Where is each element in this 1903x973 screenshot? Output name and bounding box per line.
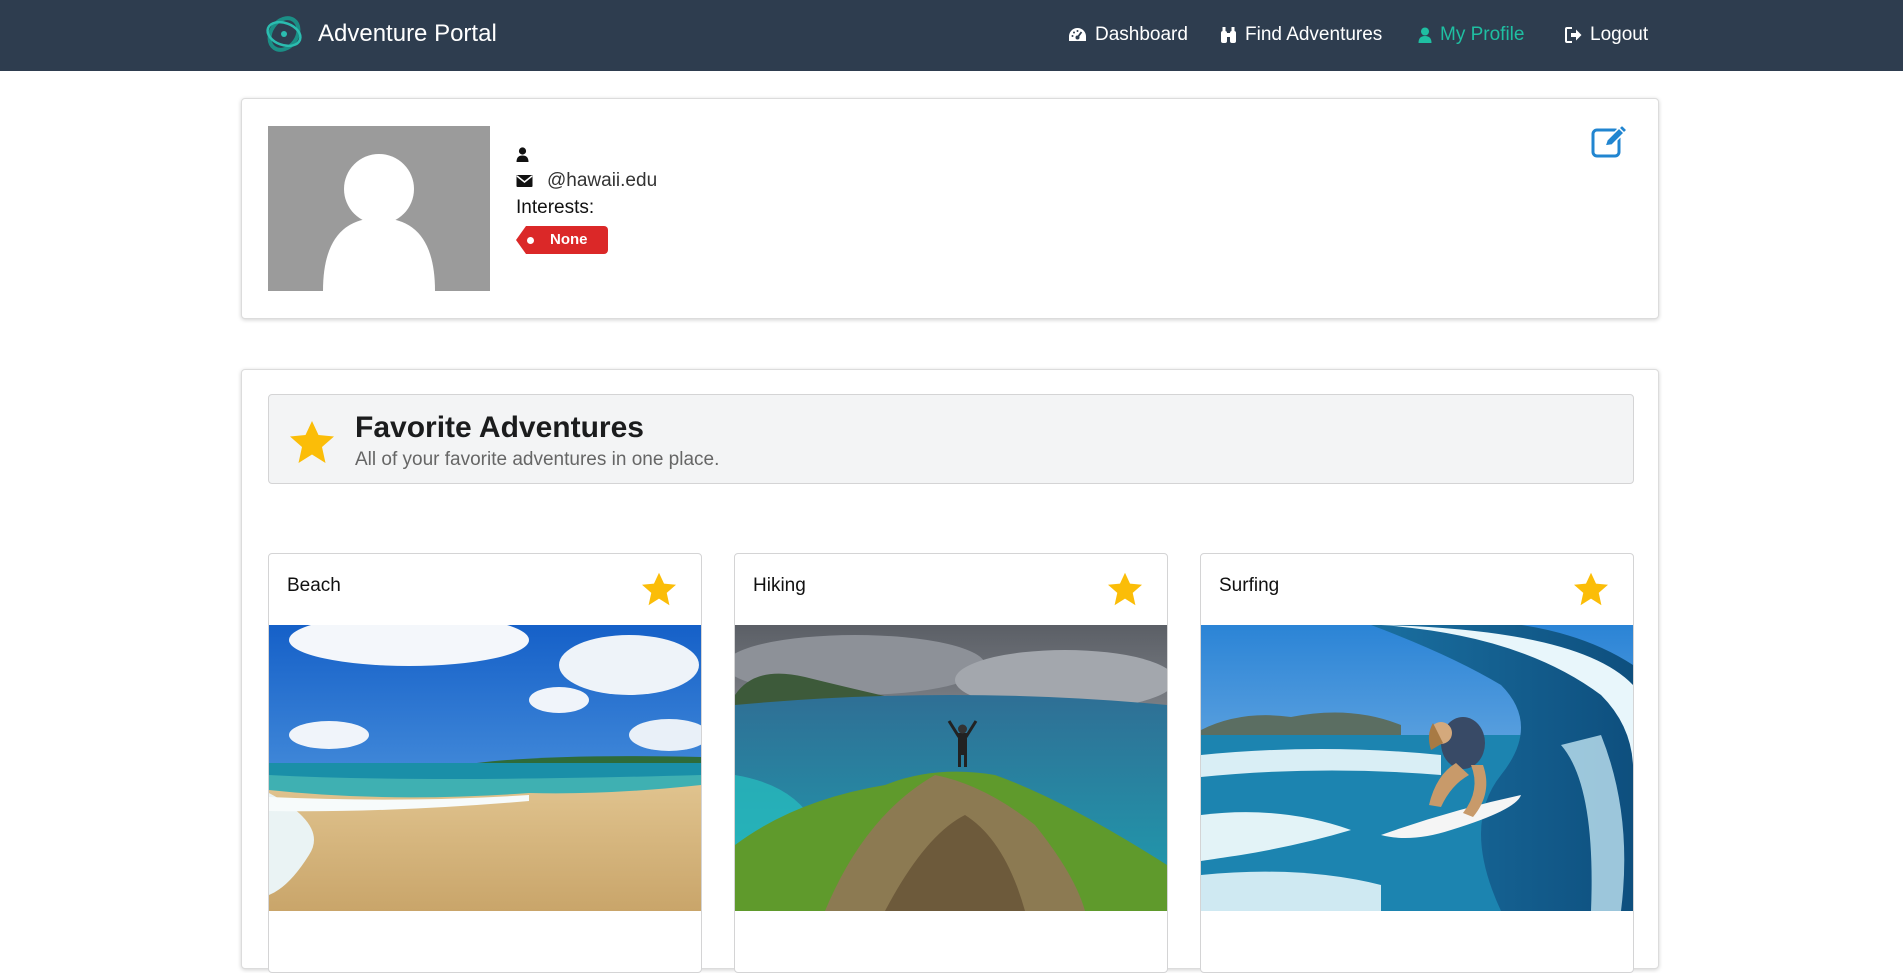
brand-title: Adventure Portal	[318, 20, 497, 47]
portal-logo-icon	[266, 16, 302, 52]
profile-email: @hawaii.edu	[547, 170, 658, 191]
interest-tag: None	[516, 226, 608, 254]
favorites-subtitle: All of your favorite adventures in one p…	[355, 449, 720, 470]
default-avatar-icon	[268, 126, 490, 291]
star-icon	[290, 421, 334, 463]
favorite-star-icon[interactable]	[641, 572, 677, 606]
nav-find-adventures[interactable]: Find Adventures	[1220, 20, 1382, 50]
adventure-card-beach[interactable]: Beach	[268, 553, 702, 973]
nav-dashboard[interactable]: Dashboard	[1068, 20, 1188, 50]
favorites-title: Favorite Adventures	[355, 411, 644, 444]
dashboard-icon	[1069, 28, 1086, 41]
adventure-card-title: Surfing	[1219, 575, 1280, 596]
favorite-star-icon[interactable]	[1573, 572, 1609, 606]
interests-label: Interests:	[516, 197, 595, 218]
surfing-photo	[1201, 625, 1633, 911]
nav-logout-label: Logout	[1590, 24, 1649, 45]
top-navbar: Adventure Portal Dashboard Find Adventur…	[0, 0, 1903, 71]
profile-name-row	[516, 141, 543, 167]
adventure-card-hiking[interactable]: Hiking	[734, 553, 1168, 973]
brand[interactable]: Adventure Portal	[262, 11, 497, 57]
profile-card: @hawaii.edu Interests: None	[241, 98, 1659, 319]
edit-profile-icon[interactable]	[1591, 124, 1629, 158]
user-icon	[516, 146, 529, 162]
envelope-icon	[516, 175, 533, 187]
nav-my-profile-label: My Profile	[1440, 24, 1525, 45]
adventure-card-surfing[interactable]: Surfing	[1200, 553, 1634, 973]
binoculars-icon	[1221, 27, 1236, 43]
adventure-card-title: Hiking	[753, 575, 806, 596]
favorite-star-icon[interactable]	[1107, 572, 1143, 606]
nav-my-profile[interactable]: My Profile	[1418, 20, 1524, 50]
beach-photo	[269, 625, 701, 911]
profile-email-row: @hawaii.edu	[516, 168, 657, 194]
favorites-header: Favorite Adventures All of your favorite…	[268, 394, 1634, 484]
sign-out-icon	[1565, 27, 1582, 43]
nav-find-adventures-label: Find Adventures	[1245, 24, 1383, 45]
tag-dot-icon	[527, 237, 534, 244]
nav-logout[interactable]: Logout	[1565, 20, 1648, 50]
adventure-card-title: Beach	[287, 575, 341, 596]
avatar	[268, 126, 490, 291]
favorites-section: Favorite Adventures All of your favorite…	[241, 369, 1659, 973]
user-icon	[1418, 27, 1432, 43]
interest-tag-label: None	[550, 231, 588, 248]
nav-dashboard-label: Dashboard	[1095, 24, 1188, 45]
hiking-photo	[735, 625, 1167, 911]
